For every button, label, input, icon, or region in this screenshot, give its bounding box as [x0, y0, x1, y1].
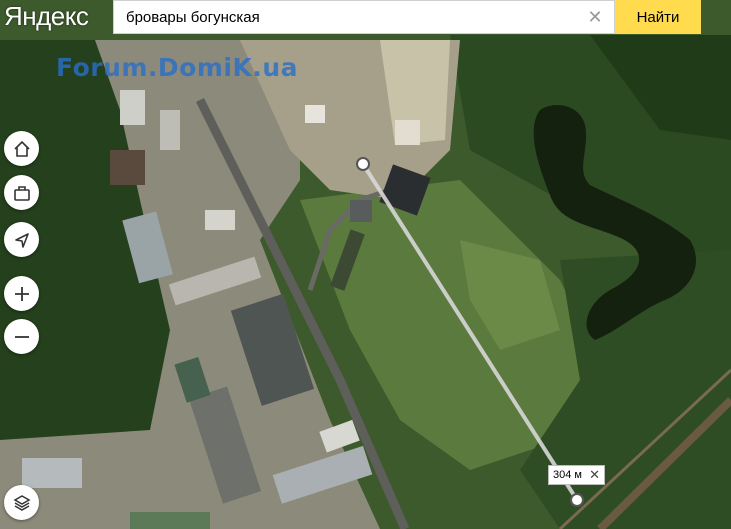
- briefcase-icon: [13, 185, 30, 201]
- search-button[interactable]: Найти: [615, 0, 701, 34]
- search-input[interactable]: [114, 2, 566, 32]
- home-button[interactable]: [4, 131, 39, 166]
- layers-icon: [12, 494, 31, 511]
- distance-value: 304 м: [553, 469, 582, 481]
- close-icon[interactable]: ✕: [589, 466, 600, 484]
- locate-button[interactable]: [4, 222, 39, 257]
- home-icon: [13, 140, 30, 157]
- distance-label: 304 м ✕: [548, 465, 605, 485]
- search-box[interactable]: ✕: [113, 0, 615, 34]
- zoom-in-button[interactable]: [4, 276, 39, 311]
- ruler-end-point: [570, 493, 584, 507]
- briefcase-button[interactable]: [4, 175, 39, 210]
- minus-icon: [14, 335, 29, 338]
- locate-icon: [14, 232, 29, 248]
- watermark: Forum.DomiK.ua: [56, 53, 298, 82]
- yandex-logo[interactable]: Яндекс: [4, 1, 89, 32]
- ruler-start-point: [356, 157, 370, 171]
- zoom-out-button[interactable]: [4, 319, 39, 354]
- plus-icon: [14, 286, 29, 301]
- layers-button[interactable]: [4, 485, 39, 520]
- clear-icon[interactable]: ✕: [586, 8, 604, 26]
